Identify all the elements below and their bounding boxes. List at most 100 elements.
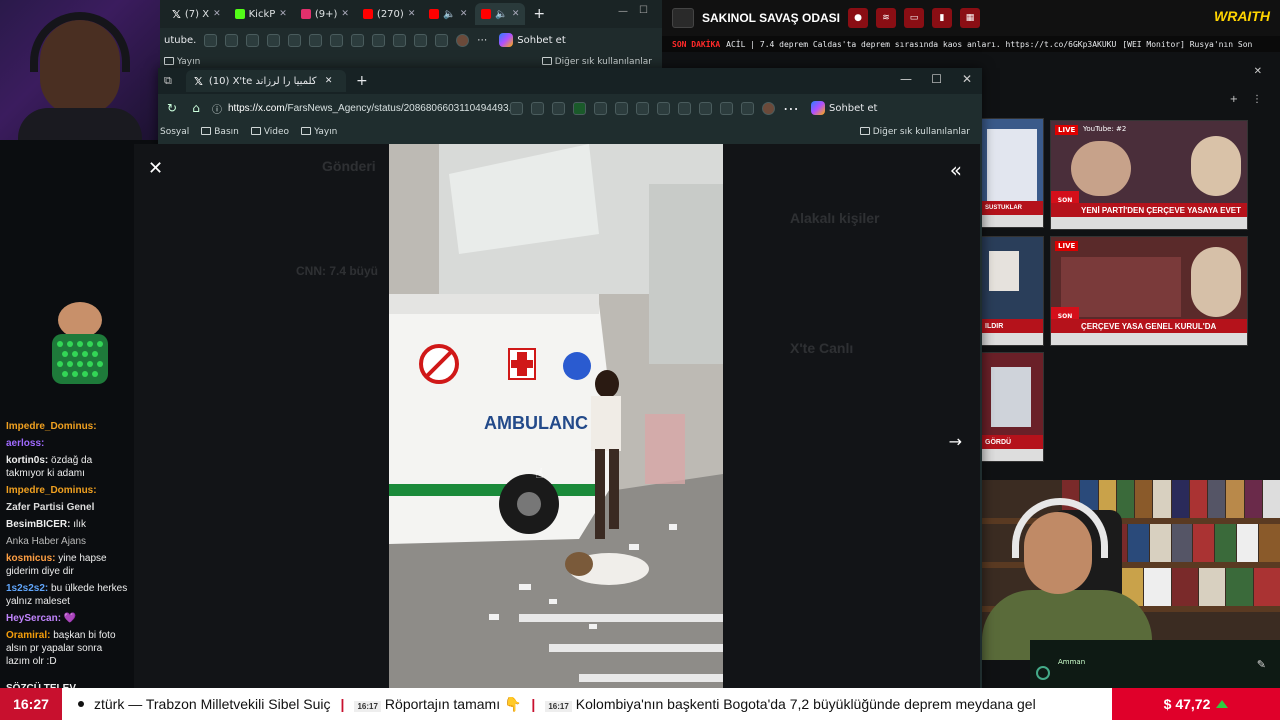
news-tile-left-2[interactable]: ILDIR — [980, 236, 1044, 346]
instagram-icon — [300, 9, 311, 19]
chart-icon[interactable]: ▮ — [932, 8, 953, 28]
close-icon[interactable]: ✕ — [512, 9, 520, 19]
grid-icon[interactable]: ▦ — [960, 8, 981, 28]
more-menu-icon[interactable]: ⋯ — [783, 99, 799, 118]
close-icon[interactable]: ✕ — [213, 9, 221, 19]
bookmark-folder[interactable]: Sosyal — [160, 127, 189, 137]
live-badge: LIVE — [1055, 241, 1079, 251]
back-tab[interactable]: 🔈 ✕ — [475, 3, 526, 25]
home-icon[interactable]: ⌂ — [188, 100, 204, 116]
news-tile-left-1[interactable]: SUSTUKLAR — [980, 118, 1044, 228]
star-icon[interactable] — [225, 33, 239, 47]
extension-icon[interactable] — [741, 101, 754, 115]
tab-actions-icon[interactable]: ⧉ — [164, 74, 172, 88]
back-tab[interactable]: 🔈 ✕ — [423, 3, 473, 25]
extension-icon[interactable] — [330, 33, 344, 47]
extension-icon[interactable] — [372, 33, 386, 47]
close-icon[interactable]: ✕ — [341, 9, 349, 19]
record-icon[interactable]: ● — [848, 8, 869, 28]
close-icon[interactable]: ✕ — [460, 9, 468, 19]
close-icon[interactable]: ✕ — [408, 9, 416, 19]
bookmark-folder[interactable]: Yayın — [301, 127, 337, 137]
other-bookmarks[interactable]: Diğer sık kullanılanlar — [859, 127, 970, 137]
rss-icon[interactable]: ≋ — [876, 8, 897, 28]
dashboard-header: SAKINOL SAVAŞ ODASI ● ≋ ▭ ▮ ▦ WRAITH — [662, 0, 1280, 36]
extension-icon[interactable] — [594, 101, 607, 115]
close-icon[interactable]: ✕ — [279, 9, 287, 19]
bg-heading: Alakalı kişiler — [790, 210, 880, 226]
streamer-face — [1024, 512, 1092, 594]
briefcase-icon[interactable]: ▭ — [904, 8, 925, 28]
profile-avatar[interactable] — [456, 33, 470, 47]
menu-icon[interactable]: ⋮ — [1252, 94, 1262, 105]
news-tile-parliament[interactable]: LIVE SON DAKİKA ÇERÇEVE YASA GENEL KURUL… — [1050, 236, 1248, 346]
extension-icon[interactable] — [435, 33, 449, 47]
ambulance-label: AMBULANC — [484, 413, 588, 433]
extension-icon[interactable] — [678, 101, 691, 115]
more-menu-icon[interactable]: ⋯ — [477, 35, 487, 46]
add-icon[interactable]: + — [1230, 94, 1238, 105]
maximize-icon[interactable]: ☐ — [639, 5, 648, 16]
son-dakika-badge: SON DAKİKA — [672, 39, 721, 49]
extension-icon[interactable] — [414, 33, 428, 47]
extension-icon[interactable] — [573, 101, 586, 115]
edit-icon[interactable]: ✎ — [1257, 658, 1266, 671]
copilot-button[interactable]: Sohbet et — [811, 101, 877, 115]
extension-icon[interactable] — [267, 33, 281, 47]
next-arrow-icon[interactable]: → — [949, 432, 962, 451]
minimize-icon[interactable]: — — [900, 72, 912, 86]
new-tab-icon[interactable]: + — [533, 6, 545, 22]
close-icon[interactable]: ✕ — [325, 76, 333, 86]
front-bookmarks-bar: Sosyal Basın Video Yayın Diğer sık kulla… — [158, 122, 982, 142]
new-tab-icon[interactable]: + — [356, 73, 368, 89]
bookmark-folder[interactable]: Video — [250, 127, 289, 137]
news-tile-youtube-2[interactable]: LIVE YouTube: #2 SON DAKİKA YENİ PARTİ'D… — [1050, 120, 1248, 230]
maximize-icon[interactable]: ☐ — [931, 72, 942, 86]
folder-icon — [201, 127, 212, 135]
bookmark-folder[interactable]: Yayın — [164, 57, 200, 67]
extension-icon[interactable] — [636, 101, 649, 115]
back-tab[interactable]: 𝕏 (7) X ✕ — [166, 3, 227, 25]
video-player[interactable]: AMBULANC ☝ — [389, 144, 723, 688]
extension-icon[interactable] — [699, 101, 712, 115]
extension-icon[interactable] — [657, 101, 670, 115]
collapse-panel-icon[interactable]: « — [950, 158, 962, 182]
back-tab[interactable]: KickP ✕ — [229, 3, 293, 25]
extension-icon[interactable] — [351, 33, 365, 47]
back-tab[interactable]: (270) ✕ — [357, 3, 421, 25]
extension-icon[interactable] — [720, 101, 733, 115]
mini-map[interactable]: Amman ✎ — [1030, 640, 1280, 688]
star-icon[interactable] — [552, 101, 565, 115]
address-bar[interactable]: ⓘ https://x.com/FarsNews_Agency/status/2… — [212, 98, 517, 118]
extension-icon[interactable] — [288, 33, 302, 47]
profile-avatar[interactable] — [762, 101, 775, 115]
streamer-webcam-main — [962, 480, 1280, 660]
other-bookmarks[interactable]: Diğer sık kullanılanlar — [541, 57, 652, 67]
extension-icon[interactable] — [246, 33, 260, 47]
copilot-button[interactable]: Sohbet et — [499, 33, 566, 47]
streamer-webcam-top — [0, 0, 160, 140]
tile-band: GÖRDÜ — [981, 435, 1043, 449]
streamer-face — [40, 20, 120, 115]
back-url-bar[interactable]: utube. ⋯ Sohbet et — [160, 28, 662, 52]
news-ticker: 16:27 ztürk — Trabzon Milletvekili Sibel… — [0, 688, 1280, 720]
close-viewer-icon[interactable]: ✕ — [148, 158, 163, 179]
extension-icon[interactable] — [393, 33, 407, 47]
extension-icon[interactable] — [309, 33, 323, 47]
minimize-icon[interactable]: — — [618, 6, 628, 17]
news-tile-left-3[interactable]: GÖRDÜ — [980, 352, 1044, 462]
copilot-icon — [811, 101, 825, 115]
reader-icon[interactable] — [531, 101, 544, 115]
back-tab[interactable]: (9+) ✕ — [295, 3, 355, 25]
info-icon: ⓘ — [212, 104, 222, 116]
refresh-icon[interactable]: ↻ — [164, 100, 180, 116]
close-window-icon[interactable]: ✕ — [962, 72, 972, 86]
active-tab[interactable]: 𝕏 (10) X'te يشترى غرب كلمبيا را لرزاند .… — [186, 70, 346, 92]
bookmark-folder[interactable]: Basın — [201, 127, 239, 137]
extension-icon[interactable] — [615, 101, 628, 115]
close-icon[interactable]: ✕ — [1254, 66, 1262, 77]
extension-icon[interactable] — [510, 101, 523, 115]
live-badge: LIVE — [1055, 125, 1079, 135]
extension-icon[interactable] — [204, 33, 218, 47]
chat-message: kosmicus: yine hapse giderim diye dir — [6, 553, 107, 577]
